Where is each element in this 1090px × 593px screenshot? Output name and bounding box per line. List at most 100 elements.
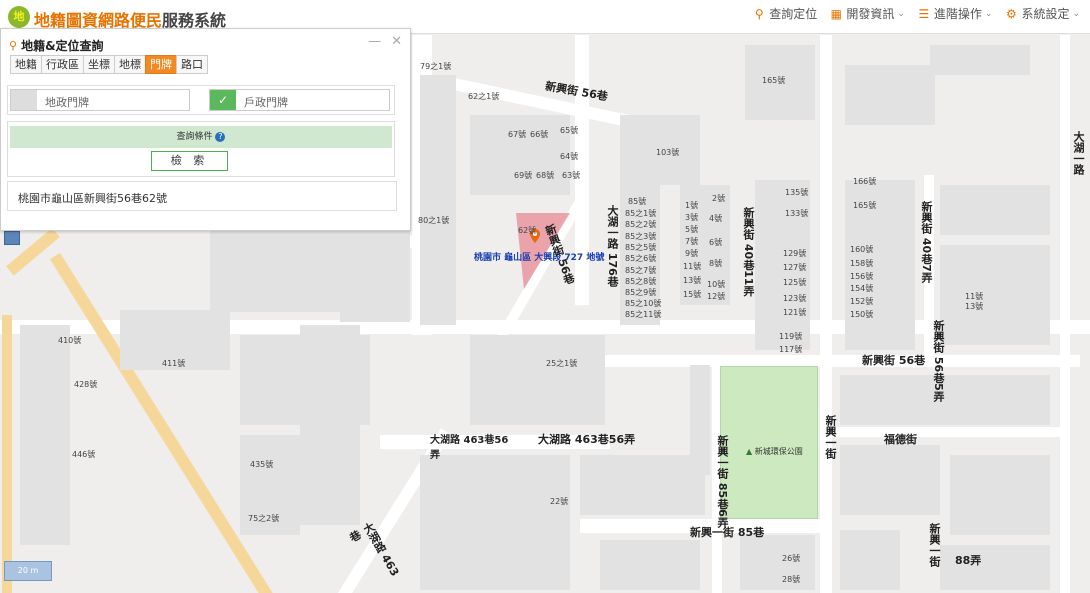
house-number: 123號 <box>783 294 807 303</box>
road-label: 大湖路 463巷56弄 <box>430 435 509 461</box>
house-number: 28號 <box>782 575 801 584</box>
house-number: 2號 <box>712 194 726 203</box>
tab-district[interactable]: 行政區 <box>41 55 84 74</box>
search-button[interactable]: 檢 索 <box>151 151 228 171</box>
house-number: 13號 <box>965 302 984 311</box>
doorplate-type-row: 地政門牌 ✓ 戶政門牌 <box>7 85 395 115</box>
tab-cadastral[interactable]: 地籍 <box>10 55 42 74</box>
house-number: 165號 <box>853 201 877 210</box>
house-number: 410號 <box>58 336 82 345</box>
house-number: 12號 <box>707 292 726 301</box>
house-number: 133號 <box>785 209 809 218</box>
close-icon[interactable]: ✕ <box>391 34 402 49</box>
building-block <box>930 45 1030 75</box>
house-number: 166號 <box>853 177 877 186</box>
building-block <box>580 455 705 515</box>
house-number: 85之2號 <box>625 220 657 229</box>
land-doorplate-option[interactable]: 地政門牌 <box>10 89 190 111</box>
chevron-down-icon: ⌄ <box>897 8 905 19</box>
road <box>820 35 832 593</box>
household-doorplate-option[interactable]: ✓ 戶政門牌 <box>209 89 390 111</box>
park-label: ▲ 新城環保公園 <box>746 446 803 457</box>
tab-coordinate[interactable]: 坐標 <box>83 55 115 74</box>
layer-toggle-icon[interactable] <box>4 231 20 245</box>
building-block <box>840 445 940 515</box>
road-label: 88弄 <box>955 554 982 567</box>
chevron-down-icon: ⌄ <box>1072 8 1080 19</box>
road-label: 新興街 56巷 <box>862 354 926 367</box>
building-block <box>210 227 340 312</box>
house-number: 85之3號 <box>625 232 657 241</box>
household-doorplate-checkbox[interactable]: ✓ <box>210 90 236 110</box>
building-block <box>845 65 935 125</box>
house-number: 79之1號 <box>420 62 452 71</box>
help-icon[interactable]: ? <box>215 132 226 142</box>
house-number: 125號 <box>783 278 807 287</box>
house-number: 152號 <box>850 297 874 306</box>
tab-intersection[interactable]: 路口 <box>176 55 208 74</box>
building-block <box>340 227 410 322</box>
query-condition-header[interactable]: 查詢條件 ? <box>10 126 392 148</box>
house-number: 25之1號 <box>546 359 578 368</box>
building-block <box>470 115 570 195</box>
query-condition-label: 查詢條件 <box>176 132 213 142</box>
house-number: 127號 <box>783 263 807 272</box>
query-result[interactable]: 桃園市龜山區新興街56巷62號 <box>7 181 397 211</box>
parcel-address-label: 桃園市 龜山區 大興段 727 地號 <box>474 253 605 263</box>
nav-dev-info[interactable]: ▦ 開發資訊 ⌄ <box>829 5 905 22</box>
panel-title: ⚲ 地籍&定位查詢 <box>9 37 104 54</box>
image-icon: ▦ <box>830 6 842 21</box>
top-nav: ⚲ 查詢定位 ▦ 開發資訊 ⌄ ☰ 進階操作 ⌄ ⚙ 系統設定 ⌄ <box>752 5 1080 22</box>
nav-query-locate[interactable]: ⚲ 查詢定位 <box>752 5 817 22</box>
land-doorplate-checkbox[interactable] <box>11 90 37 110</box>
house-number: 154號 <box>850 284 874 293</box>
nav-settings-label: 系統設定 <box>1021 7 1070 21</box>
house-number: 66號 <box>530 130 549 139</box>
house-number: 68號 <box>536 171 555 180</box>
house-number: 411號 <box>162 359 186 368</box>
house-number: 80之1號 <box>418 216 450 225</box>
house-number: 103號 <box>656 148 680 157</box>
query-panel: ⚲ 地籍&定位查詢 — ✕ 地籍 行政區 坐標 地標 門牌 路口 地政門牌 ✓ … <box>0 28 411 231</box>
nav-query-locate-label: 查詢定位 <box>769 7 818 21</box>
road-label: 新興一街 <box>928 523 941 567</box>
house-number: 85之9號 <box>625 288 657 297</box>
house-number: 85之6號 <box>625 254 657 263</box>
house-number: 85之1號 <box>625 209 657 218</box>
app-logo-icon: 地 <box>8 6 30 28</box>
building-block <box>740 535 815 590</box>
land-doorplate-label: 地政門牌 <box>45 96 89 109</box>
house-number: 8號 <box>709 259 723 268</box>
house-number: 26號 <box>782 554 801 563</box>
tab-doorplate[interactable]: 門牌 <box>145 55 177 74</box>
list-icon: ☰ <box>918 6 930 21</box>
house-number: 160號 <box>850 245 874 254</box>
scale-bar: 20 m <box>4 561 52 581</box>
house-number: 428號 <box>74 380 98 389</box>
nav-advanced[interactable]: ☰ 進階操作 ⌄ <box>917 5 992 22</box>
road <box>832 427 1062 437</box>
building-block <box>420 455 570 590</box>
house-number: 10號 <box>707 280 726 289</box>
house-number: 158號 <box>850 259 874 268</box>
house-number: 15號 <box>683 290 702 299</box>
building-block <box>950 455 1050 535</box>
house-number: 11號 <box>965 292 984 301</box>
tab-landmark[interactable]: 地標 <box>114 55 146 74</box>
panel-controls: — ✕ <box>368 34 402 49</box>
house-number: 85之5號 <box>625 243 657 252</box>
building-block <box>840 530 900 590</box>
house-number: 3號 <box>685 213 699 222</box>
household-doorplate-label: 戶政門牌 <box>244 96 288 109</box>
house-number: 75之2號 <box>248 514 280 523</box>
building-block <box>420 75 456 325</box>
panel-title-text: 地籍&定位查詢 <box>21 39 104 53</box>
park <box>720 366 818 519</box>
minimize-icon[interactable]: — <box>368 34 381 49</box>
nav-settings[interactable]: ⚙ 系統設定 ⌄ <box>1004 5 1080 22</box>
house-number: 62之1號 <box>468 92 500 101</box>
house-number: 85之8號 <box>625 277 657 286</box>
house-number: 150號 <box>850 310 874 319</box>
house-number: 7號 <box>685 237 699 246</box>
house-number: 13號 <box>683 276 702 285</box>
